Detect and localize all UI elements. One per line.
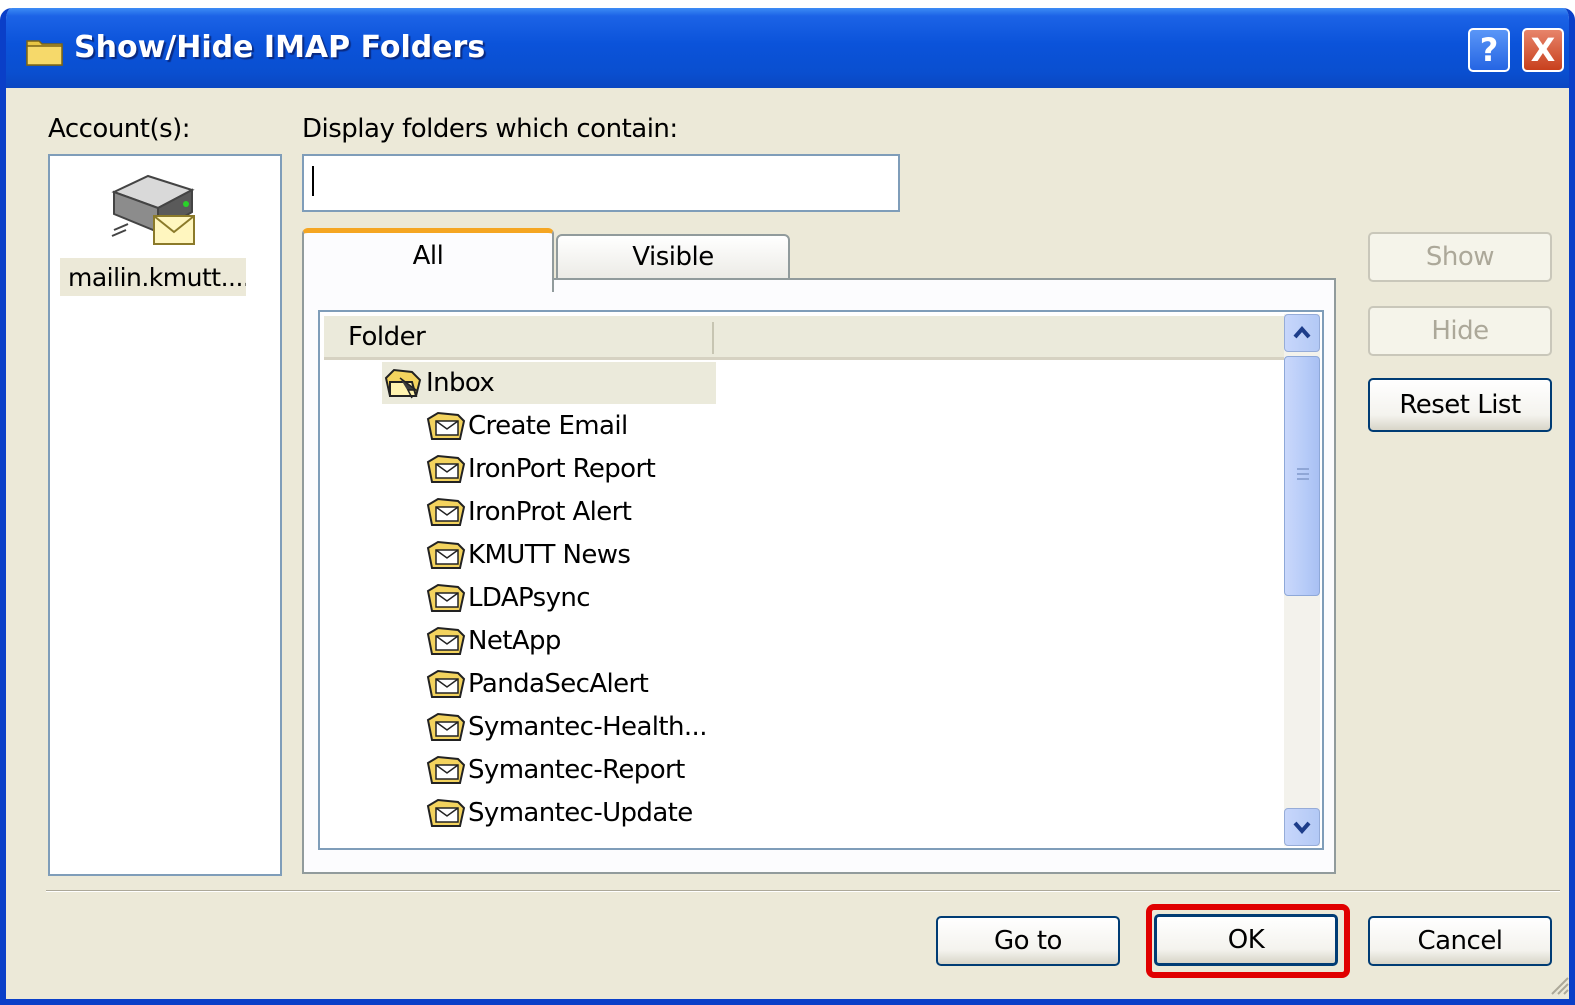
- vertical-scrollbar[interactable]: [1284, 314, 1320, 846]
- folder-row[interactable]: IronPort Report: [424, 448, 656, 490]
- folder-label: Inbox: [426, 368, 495, 398]
- mail-folder-icon: [426, 798, 466, 827]
- account-item[interactable]: mailin.kmutt....: [60, 258, 246, 296]
- show-button[interactable]: Show: [1368, 232, 1552, 282]
- footer-divider: [46, 890, 1560, 892]
- reset-list-button[interactable]: Reset List: [1368, 378, 1552, 432]
- column-header-folder[interactable]: Folder: [324, 316, 1284, 360]
- close-button[interactable]: X: [1522, 28, 1564, 72]
- folder-row-inbox[interactable]: Inbox: [382, 362, 716, 404]
- goto-button[interactable]: Go to: [936, 916, 1120, 966]
- ok-highlight-marker: [1146, 904, 1350, 978]
- help-button[interactable]: ?: [1468, 28, 1510, 72]
- filter-label: Display folders which contain:: [302, 114, 678, 144]
- scroll-thumb[interactable]: [1284, 356, 1320, 596]
- folder-label: Symantec-Update: [468, 798, 693, 828]
- folder-row[interactable]: Symantec-Update: [424, 792, 693, 834]
- scroll-down-button[interactable]: [1284, 808, 1320, 846]
- folder-list[interactable]: Folder Inbox Create Email IronPort Repor…: [318, 310, 1324, 850]
- mail-folder-icon: [426, 626, 466, 655]
- inbox-folder-icon: [384, 368, 422, 399]
- folder-label: NetApp: [468, 626, 561, 656]
- accounts-list[interactable]: mailin.kmutt....: [48, 154, 282, 876]
- tab-all[interactable]: All: [302, 228, 554, 292]
- folder-icon: [26, 40, 63, 66]
- title-bar[interactable]: Show/Hide IMAP Folders ? X: [6, 8, 1569, 88]
- mail-folder-icon: [426, 540, 466, 569]
- cancel-button[interactable]: Cancel: [1368, 916, 1552, 966]
- resize-grip-icon[interactable]: [1546, 972, 1570, 996]
- folder-label: Symantec-Health...: [468, 712, 707, 742]
- scroll-up-button[interactable]: [1284, 314, 1320, 352]
- column-divider[interactable]: [712, 322, 714, 354]
- folder-row[interactable]: PandaSecAlert: [424, 663, 649, 705]
- folder-filter-input[interactable]: [302, 154, 900, 212]
- chevron-down-icon: [1293, 821, 1311, 835]
- folder-label: IronProt Alert: [468, 497, 632, 527]
- text-caret: [312, 166, 314, 196]
- folder-label: IronPort Report: [468, 454, 656, 484]
- folder-label: KMUTT News: [468, 540, 631, 570]
- grip-icon: [1297, 468, 1309, 480]
- dialog-window: Show/Hide IMAP Folders ? X Account(s): D…: [0, 8, 1575, 1005]
- folder-row[interactable]: LDAPsync: [424, 577, 591, 619]
- mail-folder-icon: [426, 454, 466, 483]
- folder-row[interactable]: Create Email: [424, 405, 628, 447]
- hide-button[interactable]: Hide: [1368, 306, 1552, 356]
- mail-folder-icon: [426, 712, 466, 741]
- folder-label: PandaSecAlert: [468, 669, 649, 699]
- folder-row[interactable]: Symantec-Health...: [424, 706, 707, 748]
- folder-label: LDAPsync: [468, 583, 591, 613]
- mail-folder-icon: [426, 669, 466, 698]
- mail-folder-icon: [426, 411, 466, 440]
- folder-row[interactable]: NetApp: [424, 620, 561, 662]
- folder-row[interactable]: KMUTT News: [424, 534, 631, 576]
- mail-server-icon: [111, 174, 195, 245]
- tab-visible[interactable]: Visible: [556, 234, 790, 280]
- mail-folder-icon: [426, 583, 466, 612]
- folder-row[interactable]: IronProt Alert: [424, 491, 632, 533]
- column-header-label: Folder: [348, 322, 426, 352]
- accounts-label: Account(s):: [48, 114, 191, 144]
- folder-label: Create Email: [468, 411, 628, 441]
- window-title: Show/Hide IMAP Folders: [74, 30, 486, 65]
- mail-folder-icon: [426, 497, 466, 526]
- folder-label: Symantec-Report: [468, 755, 685, 785]
- folder-row[interactable]: Symantec-Report: [424, 749, 685, 791]
- mail-folder-icon: [426, 755, 466, 784]
- chevron-up-icon: [1293, 325, 1311, 339]
